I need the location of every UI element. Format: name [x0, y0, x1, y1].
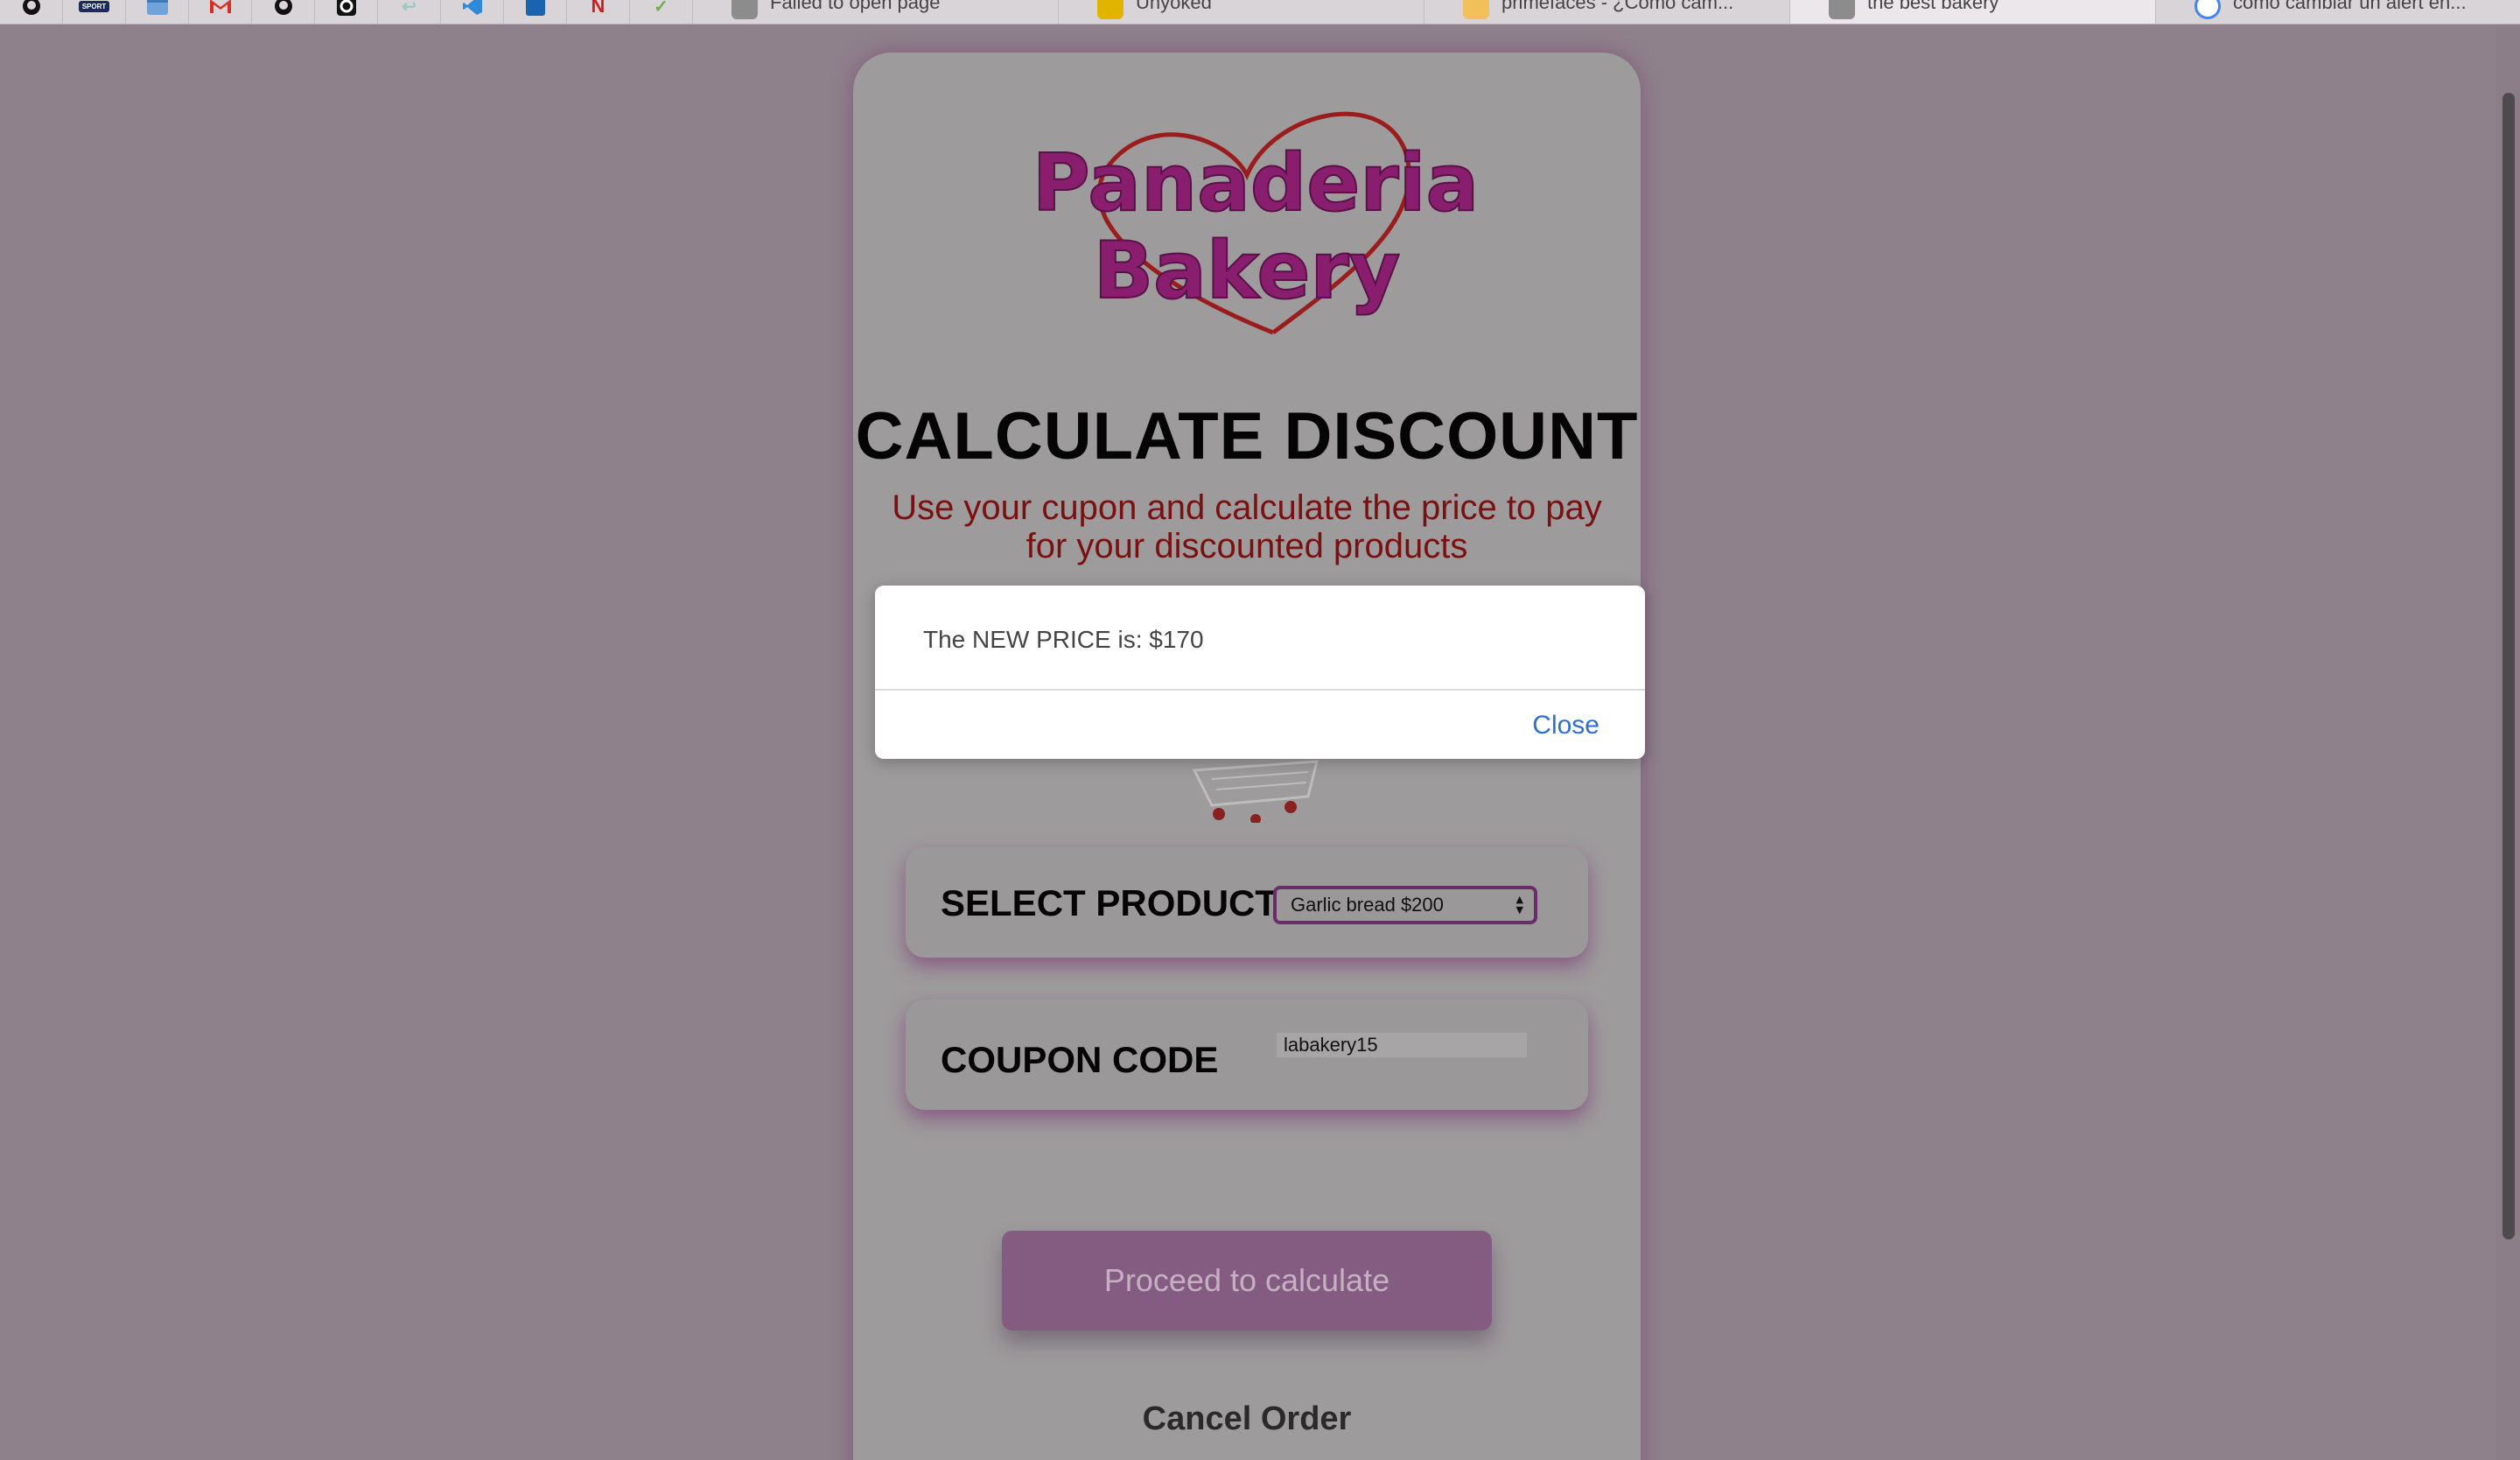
scrollbar-thumb[interactable] [2502, 93, 2515, 1239]
product-select[interactable]: Garlic bread $200 ▲ ▼ [1273, 886, 1537, 924]
page-icon [732, 0, 758, 19]
linkedin-icon [525, 0, 545, 16]
page-title: CALCULATE DISCOUNT [855, 399, 1639, 474]
bookmark-back[interactable]: ↩ [378, 0, 441, 24]
gmail-icon [209, 0, 231, 13]
bakery-logo: Panaderia Bakery [1032, 111, 1480, 335]
tab-failed-to-open[interactable]: Failed to open page [693, 0, 1059, 24]
bookmark-calendar[interactable] [126, 0, 189, 24]
select-arrows-icon: ▲ ▼ [1516, 894, 1523, 916]
page-icon [1829, 0, 1855, 19]
select-product-panel: SELECT PRODUCT Garlic bread $200 ▲ ▼ [906, 847, 1588, 958]
yellow-logo-icon [1097, 0, 1124, 19]
bookmark-github-2[interactable] [252, 0, 315, 24]
calendar-icon [146, 0, 168, 15]
tab-title: the best bakery [1867, 0, 1999, 13]
bookmark-c-app[interactable] [315, 0, 378, 24]
google-icon [2194, 0, 2221, 19]
tab-the-best-bakery[interactable]: the best bakery [1790, 0, 2156, 24]
tab-como-cambiar[interactable]: como cambiar un alert en... [2156, 0, 2520, 24]
bookmark-github[interactable] [0, 0, 63, 24]
bookmark-gmail[interactable] [189, 0, 252, 24]
github-icon [22, 0, 40, 15]
tab-title: primefaces - ¿Cómo cam... [1502, 0, 1734, 13]
back-arrow-icon: ↩ [402, 0, 416, 17]
vscode-icon [462, 0, 482, 15]
logo-text-line-1: Panaderia [1032, 137, 1480, 229]
browser-tab-strip: SPORT ↩ N ✓ Failed to open page Unyoked … [0, 0, 2520, 25]
bookmark-leaf[interactable]: ✓ [630, 0, 693, 24]
cancel-order-link[interactable]: Cancel Order [853, 1400, 1641, 1438]
bookmark-vscode[interactable] [441, 0, 504, 24]
product-select-value: Garlic bread $200 [1291, 894, 1444, 916]
tab-title: Failed to open page [770, 0, 941, 13]
dialog-divider [875, 689, 1645, 691]
page-subtitle: Use your cupon and calculate the price t… [892, 488, 1602, 565]
leaf-icon: ✓ [654, 0, 668, 17]
coupon-code-input[interactable]: labakery15 [1277, 1033, 1527, 1057]
tab-unyoked[interactable]: Unyoked [1059, 0, 1424, 24]
c-app-icon [336, 0, 356, 16]
dialog-close-button[interactable]: Close [1532, 711, 1600, 741]
coupon-code-label: COUPON CODE [941, 1039, 1219, 1080]
bookmark-sport[interactable]: SPORT [63, 0, 126, 24]
alert-dialog: The NEW PRICE is: $170 Close [875, 586, 1645, 759]
tab-title: como cambiar un alert en... [2233, 0, 2467, 13]
logo-text-line-2: Bakery [1094, 225, 1401, 317]
netflix-icon: N [591, 0, 606, 17]
tab-title: Unyoked [1136, 0, 1212, 13]
coupon-code-panel: COUPON CODE labakery15 [906, 1000, 1588, 1110]
select-product-label: SELECT PRODUCT [941, 882, 1278, 923]
dialog-message: The NEW PRICE is: $170 [923, 626, 1204, 653]
bookmark-linkedin[interactable] [504, 0, 567, 24]
page-scrollbar[interactable] [2496, 25, 2520, 1460]
sport-icon: SPORT [78, 0, 110, 12]
proceed-to-calculate-button[interactable]: Proceed to calculate [1002, 1231, 1492, 1330]
tab-primefaces[interactable]: primefaces - ¿Cómo cam... [1424, 0, 1790, 24]
bookmark-netflix[interactable]: N [567, 0, 630, 24]
stackoverflow-icon [1463, 0, 1489, 19]
github-icon [274, 0, 292, 15]
